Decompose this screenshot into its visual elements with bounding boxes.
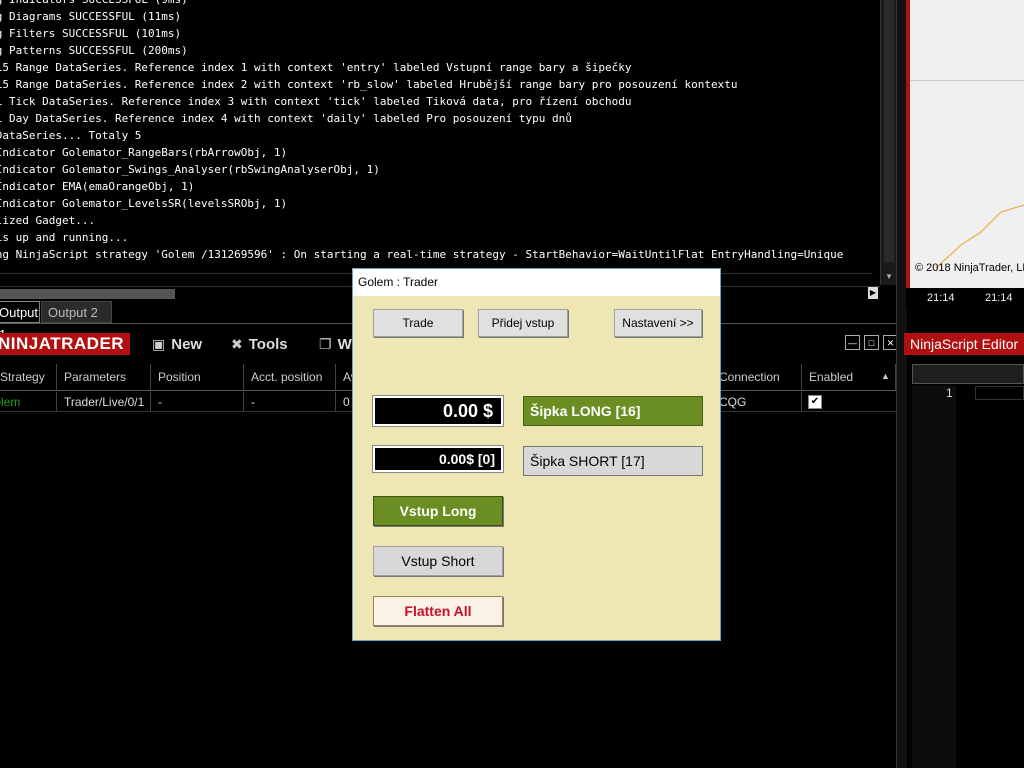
settings-button[interactable]: Nastavení >> bbox=[614, 309, 702, 337]
editor-current-line[interactable] bbox=[975, 386, 1024, 400]
ninjascript-editor-titlebar[interactable]: NinjaScript Editor bbox=[904, 333, 1024, 355]
arrow-long-indicator: Šipka LONG [16] bbox=[523, 396, 703, 426]
time-tick: 21:14 bbox=[985, 292, 1013, 304]
grid-cell-acct-position[interactable]: - bbox=[244, 392, 336, 412]
grid-cell-connection[interactable]: CQG bbox=[712, 392, 802, 412]
flatten-all-button[interactable]: Flatten All bbox=[373, 596, 503, 626]
scroll-down-icon[interactable]: ▼ bbox=[885, 272, 893, 281]
workspaces-menu[interactable]: ❐Workspaces bbox=[319, 333, 352, 355]
workspaces-icon: ❐ bbox=[319, 336, 332, 352]
scrollbar-thumb[interactable] bbox=[884, 0, 894, 262]
output-console[interactable]: Loading Indicators SUCCESSFUL (9ms) Load… bbox=[0, 0, 880, 268]
grid-cell-strategy[interactable]: Golem bbox=[0, 392, 57, 412]
tools-icon: ✖ bbox=[231, 336, 243, 352]
column-header-acct-position[interactable]: Acct. position bbox=[244, 364, 336, 390]
column-header-strategy[interactable]: Strategy bbox=[0, 364, 57, 390]
column-header-parameters[interactable]: Parameters bbox=[57, 364, 151, 390]
chart-copyright: © 2018 NinjaTrader, LLC bbox=[915, 262, 1024, 274]
column-header-connection[interactable]: Connection bbox=[712, 364, 802, 390]
add-entry-button[interactable]: Přidej vstup bbox=[478, 309, 568, 337]
ninjatrader-logo: NINJATRADER bbox=[0, 333, 130, 355]
enabled-checkbox[interactable]: ✔ bbox=[808, 395, 822, 409]
new-window-icon: ▣ bbox=[152, 336, 166, 352]
trade-button[interactable]: Trade bbox=[373, 309, 463, 337]
chart-price-line bbox=[935, 204, 1024, 269]
grid-cell-parameters[interactable]: Trader/Live/0/1 bbox=[57, 392, 151, 412]
editor-gutter bbox=[912, 386, 956, 768]
entry-short-button[interactable]: Vstup Short bbox=[373, 546, 503, 576]
line-number: 1 bbox=[946, 386, 953, 400]
pnl-count-display: 0.00$ [0] bbox=[373, 446, 503, 472]
column-header-position[interactable]: Position bbox=[151, 364, 244, 390]
new-menu[interactable]: ▣ New bbox=[152, 333, 202, 355]
time-tick: 21:14 bbox=[927, 292, 955, 304]
minimize-button[interactable]: — bbox=[845, 335, 860, 350]
entry-long-button[interactable]: Vstup Long bbox=[373, 496, 503, 526]
maximize-button[interactable]: □ bbox=[864, 335, 879, 350]
tab-output-1[interactable]: Output 1 bbox=[0, 301, 40, 342]
scrollbar-thumb[interactable] bbox=[0, 289, 175, 299]
pnl-display: 0.00 $ bbox=[373, 396, 503, 426]
dialog-title[interactable]: Golem : Trader bbox=[353, 269, 720, 296]
editor-toolbar[interactable] bbox=[912, 364, 1024, 384]
console-vertical-scrollbar[interactable]: ▼ bbox=[880, 0, 897, 285]
scroll-right-icon[interactable]: ▶ bbox=[868, 287, 878, 299]
tools-menu[interactable]: ✖ Tools bbox=[231, 333, 288, 355]
sort-ascending-icon[interactable]: ▲ bbox=[881, 371, 890, 381]
tab-output-2[interactable]: Output 2 bbox=[41, 301, 112, 323]
console-text: Loading Indicators SUCCESSFUL (9ms) Load… bbox=[0, 0, 844, 261]
grid-cell-position[interactable]: - bbox=[151, 392, 244, 412]
arrow-short-indicator: Šipka SHORT [17] bbox=[523, 446, 703, 476]
